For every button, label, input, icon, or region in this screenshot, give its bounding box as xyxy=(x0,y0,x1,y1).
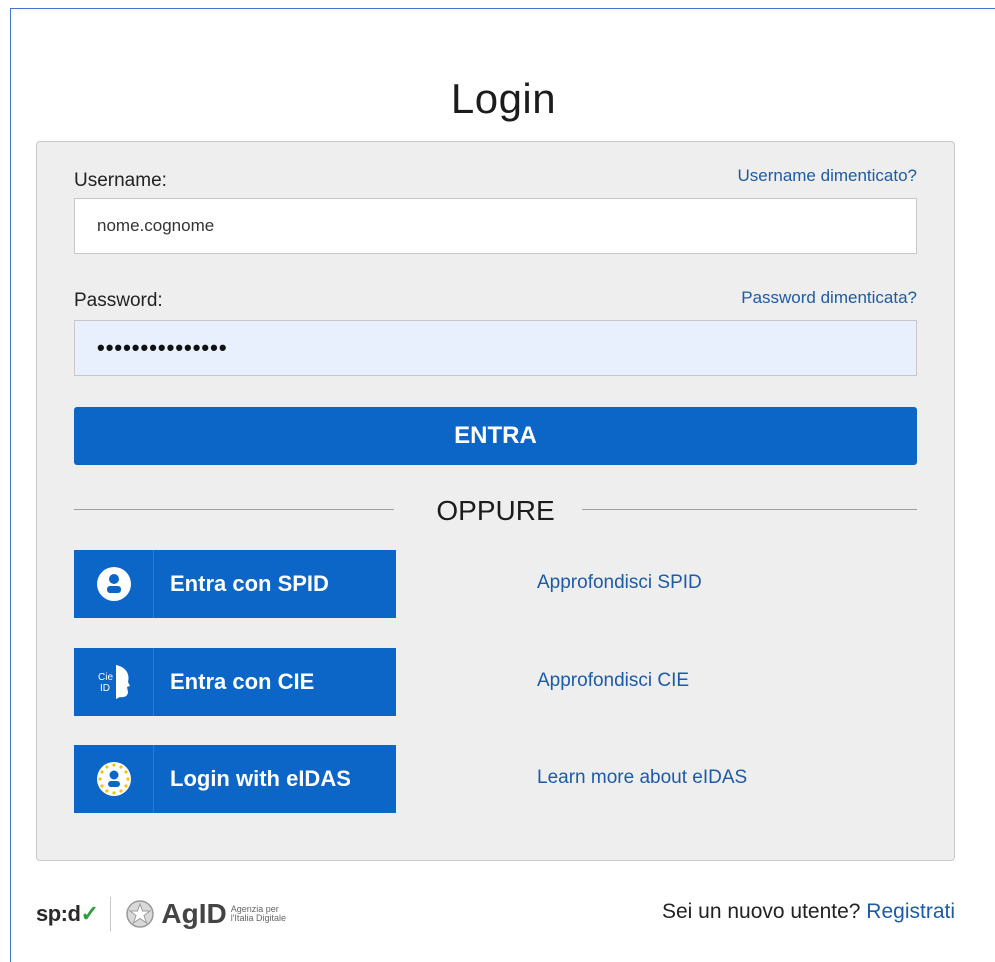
cie-login-button[interactable]: Cie ID Entra con CIE xyxy=(74,648,396,716)
agid-logo-text: AgID xyxy=(161,898,227,929)
page-frame: Login Username: Username dimenticato? no… xyxy=(10,8,995,962)
eidas-login-button[interactable]: Login with eIDAS xyxy=(74,745,396,813)
password-label: Password: xyxy=(74,290,163,311)
agid-logo: AgID Agenzia per l'Italia Digitale xyxy=(125,898,286,930)
agid-subtitle-line-2: l'Italia Digitale xyxy=(230,913,286,923)
spid-logo-text: sp:d xyxy=(36,901,81,926)
svg-text:ID: ID xyxy=(100,683,110,694)
page-title: Login xyxy=(450,75,557,122)
spid-check-icon: ✓ xyxy=(80,901,99,926)
spid-user-icon xyxy=(74,550,154,618)
username-label: Username: xyxy=(74,170,167,191)
separator-text: OPPURE xyxy=(436,495,555,526)
password-forgot-link[interactable]: Password dimenticata? xyxy=(741,288,917,308)
register-link[interactable]: Registrati xyxy=(866,900,955,923)
new-user-prompt: Sei un nuovo utente? Registrati xyxy=(662,900,955,924)
password-input[interactable]: ••••••••••••••• xyxy=(74,320,917,376)
agid-subtitle: Agenzia per l'Italia Digitale xyxy=(231,905,286,923)
entra-button[interactable]: ENTRA xyxy=(74,407,917,465)
logo-divider xyxy=(110,897,112,931)
cie-info-link[interactable]: Approfondisci CIE xyxy=(537,670,689,692)
footer-logos: sp:d✓ AgID Agenzia per l'Italia Digitale xyxy=(36,889,286,939)
spid-logo: sp:d✓ xyxy=(36,901,99,927)
username-forgot-link[interactable]: Username dimenticato? xyxy=(737,166,917,186)
oppure-separator: OPPURE xyxy=(74,492,917,528)
spid-login-label: Entra con SPID xyxy=(170,571,329,596)
cie-id-icon: Cie ID xyxy=(74,648,154,716)
svg-text:Cie: Cie xyxy=(98,672,113,683)
eidas-info-link[interactable]: Learn more about eIDAS xyxy=(537,767,747,789)
italian-emblem-icon xyxy=(126,900,155,928)
username-input[interactable]: nome.cognome xyxy=(74,198,917,254)
spid-info-link[interactable]: Approfondisci SPID xyxy=(537,572,702,594)
cie-login-label: Entra con CIE xyxy=(170,669,315,694)
eidas-login-label: Login with eIDAS xyxy=(170,766,351,791)
new-user-text: Sei un nuovo utente? xyxy=(661,900,861,923)
eidas-user-icon xyxy=(74,745,154,813)
spid-login-button[interactable]: Entra con SPID xyxy=(74,550,396,618)
footer: sp:d✓ AgID Agenzia per l'Italia Digitale… xyxy=(36,889,955,939)
login-card: Username: Username dimenticato? nome.cog… xyxy=(36,141,955,861)
